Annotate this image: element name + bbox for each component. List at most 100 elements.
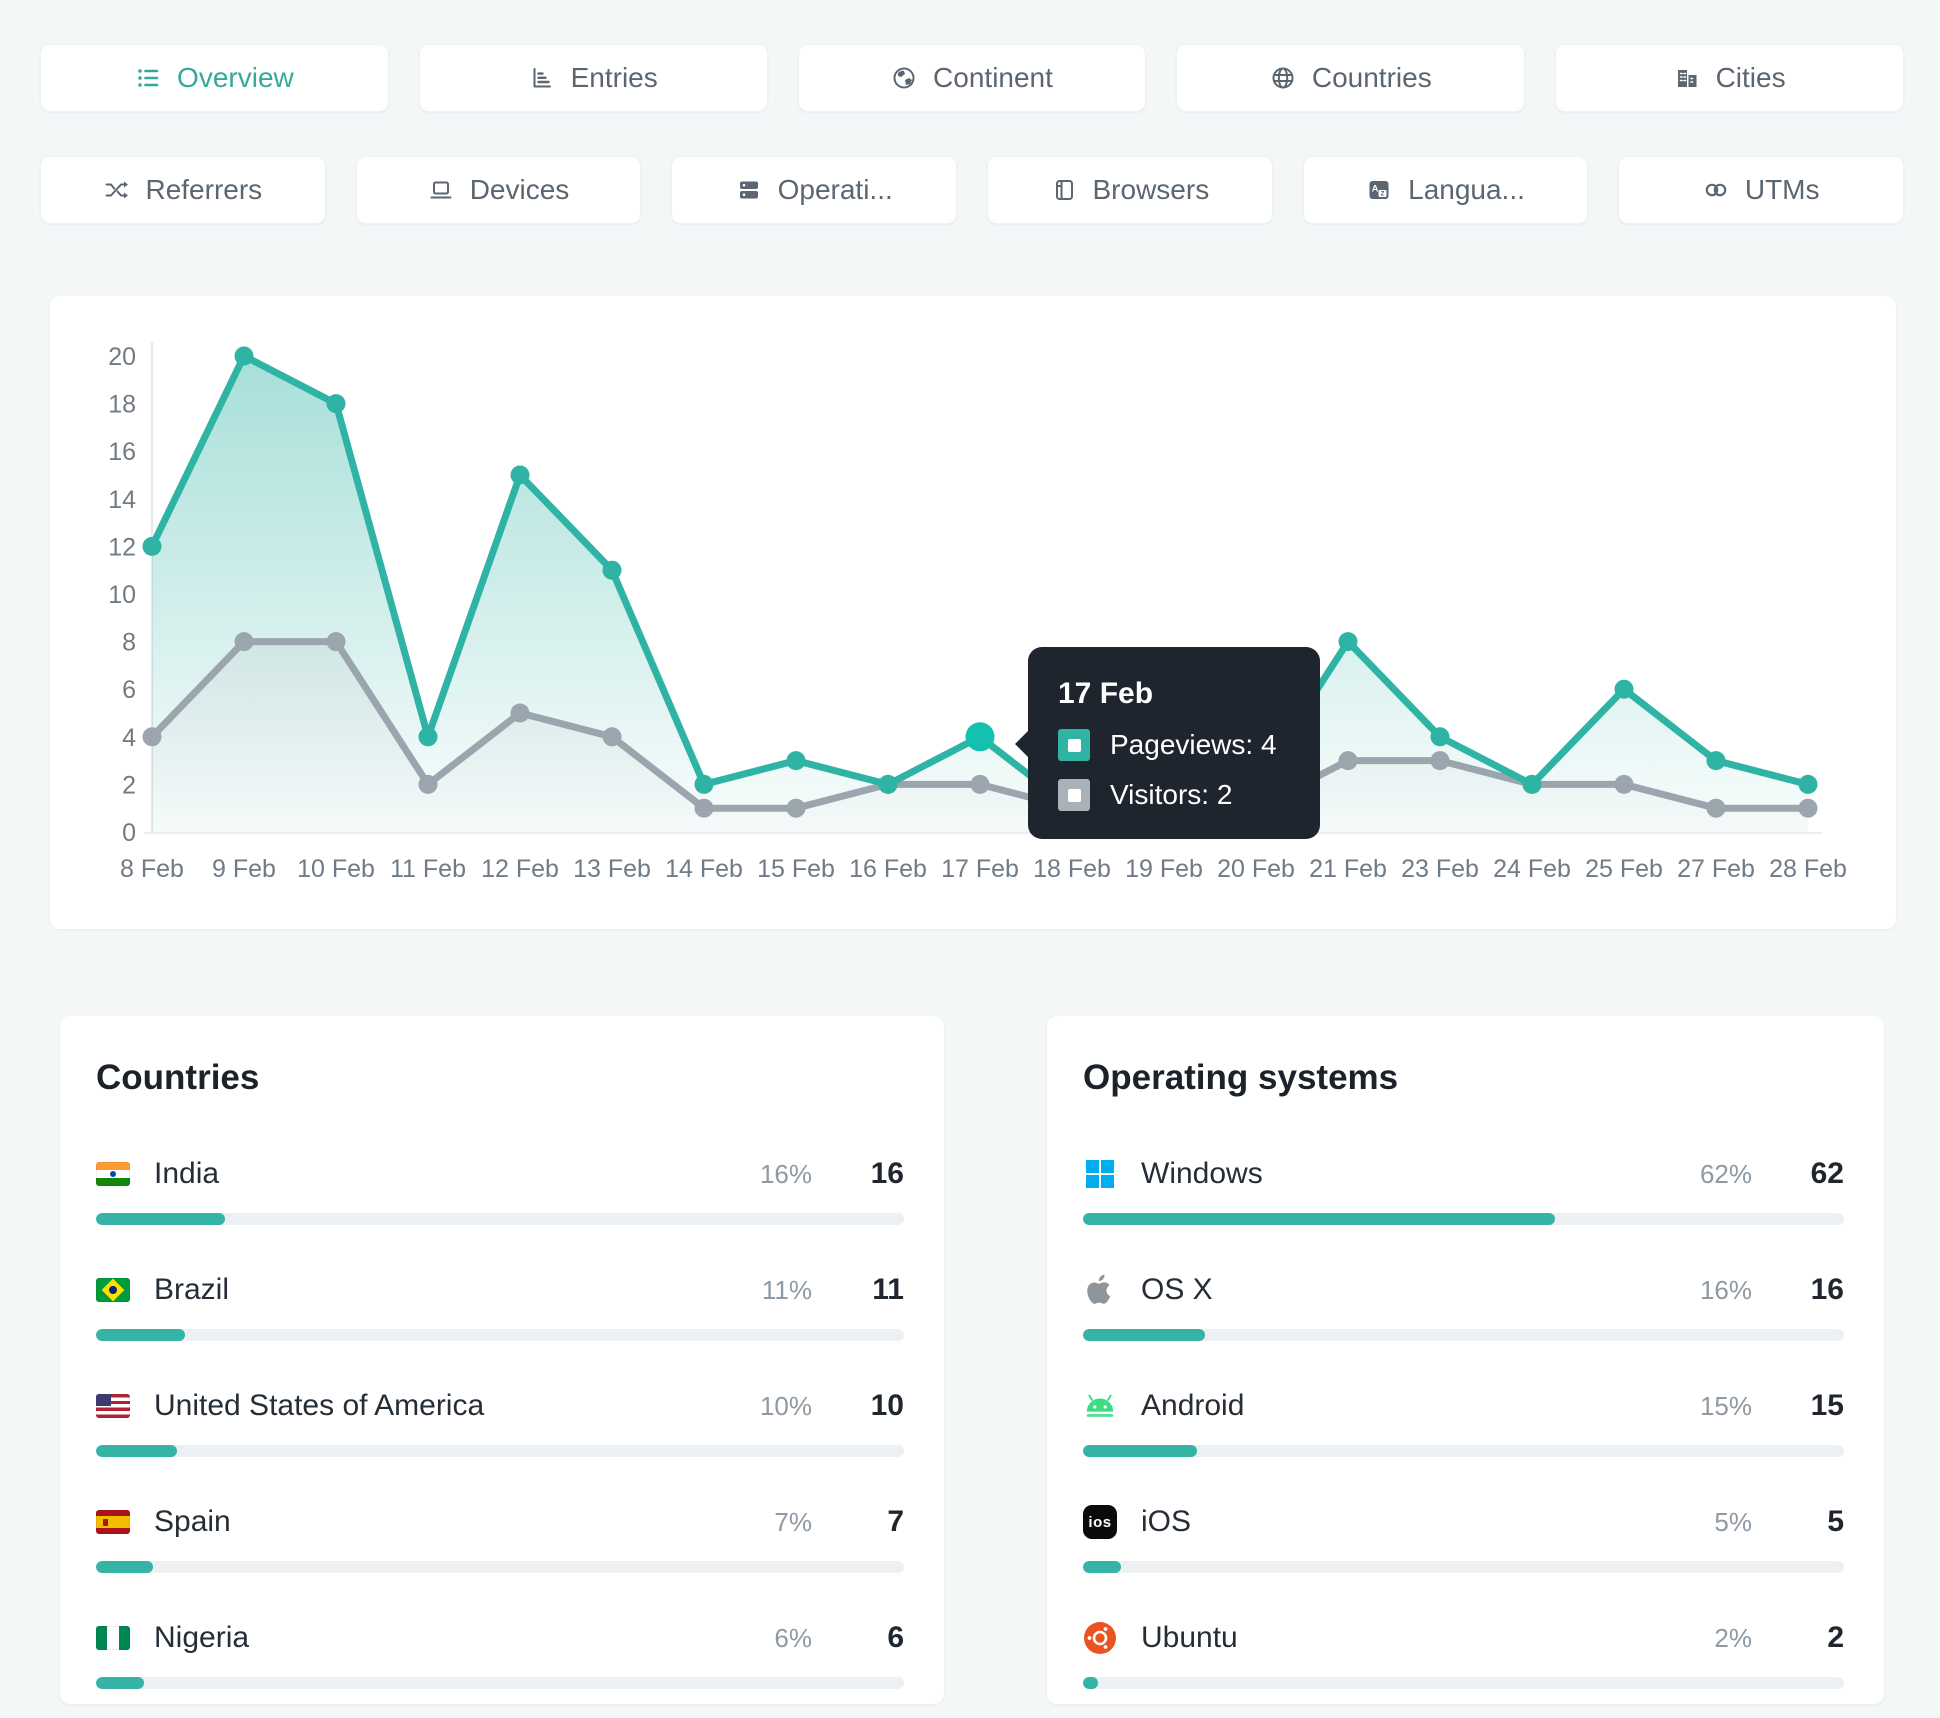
svg-text:12 Feb: 12 Feb — [481, 855, 559, 883]
tab-overview[interactable]: Overview — [40, 44, 389, 112]
os-row-ios[interactable]: ios iOS 5% 5 — [1083, 1500, 1844, 1573]
tab-label: Operati... — [777, 174, 893, 205]
tab-label: Continent — [933, 62, 1053, 93]
svg-text:14 Feb: 14 Feb — [665, 855, 743, 883]
tab-countries[interactable]: Countries — [1176, 44, 1526, 112]
progress-bar — [1083, 1677, 1844, 1689]
operating-systems-panel: Operating systems Windows 62% 62 OS X 16… — [1047, 1016, 1884, 1704]
svg-text:16: 16 — [108, 438, 136, 466]
progress-bar — [1083, 1561, 1844, 1573]
apple-logo-icon — [1087, 1274, 1111, 1304]
progress-bar — [1083, 1329, 1844, 1341]
svg-text:0: 0 — [122, 819, 136, 847]
buildings-icon — [1677, 70, 1697, 87]
svg-text:6: 6 — [122, 676, 136, 704]
nigeria-flag-icon — [96, 1626, 130, 1650]
svg-text:16 Feb: 16 Feb — [849, 855, 927, 883]
os-panel-title: Operating systems — [1083, 1058, 1399, 1097]
list-icon — [138, 69, 159, 87]
continent-globe-icon — [893, 67, 915, 89]
tab-devices[interactable]: Devices — [355, 156, 642, 224]
pageviews-swatch-icon — [1058, 729, 1090, 761]
tab-operating-systems[interactable]: Operati... — [671, 156, 958, 224]
os-row-osx[interactable]: OS X 16% 16 — [1083, 1268, 1844, 1341]
country-row-usa[interactable]: United States of America 10% 10 — [96, 1384, 904, 1457]
tab-label: Overview — [177, 62, 294, 93]
link-icon — [1705, 183, 1727, 197]
svg-text:25 Feb: 25 Feb — [1585, 855, 1663, 883]
tab-continent[interactable]: Continent — [797, 44, 1147, 112]
tab-label: Cities — [1715, 62, 1786, 93]
svg-text:18 Feb: 18 Feb — [1033, 855, 1111, 883]
tooltip-pageviews-value: Pageviews: 4 — [1110, 729, 1277, 760]
tooltip-arrow — [1015, 731, 1028, 757]
os-row-windows[interactable]: Windows 62% 62 — [1083, 1152, 1844, 1225]
traffic-area-chart[interactable]: 0 2 4 6 8 10 12 14 16 18 20 8 Feb 9 Feb 10 Feb 11 Feb 1… — [50, 296, 1896, 929]
ios-logo-icon: ios — [1083, 1505, 1117, 1539]
tab-referrers[interactable]: Referrers — [40, 156, 326, 224]
progress-bar — [1083, 1213, 1844, 1225]
entries-chart-icon — [533, 68, 551, 88]
spain-flag-icon — [96, 1510, 130, 1534]
country-row-spain[interactable]: Spain 7% 7 — [96, 1500, 904, 1573]
country-row-brazil[interactable]: Brazil 11% 11 — [96, 1268, 904, 1341]
tab-label: Referrers — [145, 174, 263, 205]
chart-tooltip: 17 Feb Pageviews: 4 Visitors: 2 — [1015, 647, 1320, 839]
svg-text:8 Feb: 8 Feb — [120, 855, 184, 883]
svg-text:27 Feb: 27 Feb — [1677, 855, 1755, 883]
traffic-chart-card: 0 2 4 6 8 10 12 14 16 18 20 8 Feb 9 Feb 10 Feb 11 Feb 1… — [50, 296, 1896, 929]
svg-text:14: 14 — [108, 486, 136, 514]
svg-text:20: 20 — [108, 343, 136, 371]
country-row-india[interactable]: India 16% 16 — [96, 1152, 904, 1225]
svg-text:24 Feb: 24 Feb — [1493, 855, 1571, 883]
progress-bar — [96, 1445, 904, 1457]
tooltip-visitors-row: Visitors: 2 — [1058, 779, 1290, 811]
svg-text:12: 12 — [108, 533, 136, 561]
tooltip-date: 17 Feb — [1058, 677, 1154, 710]
svg-text:19 Feb: 19 Feb — [1125, 855, 1203, 883]
shuffle-icon — [105, 181, 129, 199]
country-row-nigeria[interactable]: Nigeria 6% 6 — [96, 1616, 904, 1689]
svg-text:23 Feb: 23 Feb — [1401, 855, 1479, 883]
brazil-flag-icon — [96, 1278, 130, 1302]
svg-text:20 Feb: 20 Feb — [1217, 855, 1295, 883]
progress-bar — [96, 1329, 904, 1341]
svg-text:11 Feb: 11 Feb — [390, 855, 466, 883]
svg-text:13 Feb: 13 Feb — [573, 855, 651, 883]
tab-browsers[interactable]: Browsers — [987, 156, 1273, 224]
tab-label: Devices — [469, 174, 570, 205]
laptop-icon — [430, 181, 452, 199]
tooltip-visitors-value: Visitors: 2 — [1110, 779, 1233, 810]
os-row-android[interactable]: Android 15% 15 — [1083, 1384, 1844, 1457]
svg-text:9 Feb: 9 Feb — [212, 855, 276, 883]
svg-text:10 Feb: 10 Feb — [297, 855, 375, 883]
svg-text:28 Feb: 28 Feb — [1769, 855, 1847, 883]
svg-text:21 Feb: 21 Feb — [1309, 855, 1387, 883]
progress-bar — [1083, 1445, 1844, 1457]
tab-entries[interactable]: Entries — [418, 44, 768, 112]
svg-text:17 Feb: 17 Feb — [941, 855, 1019, 883]
svg-text:10: 10 — [108, 581, 136, 609]
globe-icon — [1272, 67, 1294, 89]
translate-icon: A Z — [1369, 181, 1389, 199]
tab-languages[interactable]: A Z Langua... — [1302, 156, 1589, 224]
svg-text:4: 4 — [122, 724, 136, 752]
tab-utms[interactable]: UTMs — [1618, 156, 1905, 224]
tab-cities[interactable]: Cities — [1555, 44, 1904, 112]
svg-text:2: 2 — [122, 771, 136, 799]
os-row-ubuntu[interactable]: Ubuntu 2% 2 — [1083, 1616, 1844, 1689]
tab-row-primary: Overview Entries Continent Countries Cit… — [40, 44, 1904, 112]
progress-bar — [96, 1677, 904, 1689]
tab-label: Langua... — [1408, 174, 1525, 205]
svg-text:15 Feb: 15 Feb — [757, 855, 835, 883]
visitors-swatch-icon — [1058, 779, 1090, 811]
tab-row-secondary: Referrers Devices Operati... Browsers A … — [40, 156, 1905, 224]
usa-flag-icon — [96, 1394, 130, 1418]
tab-label: Countries — [1311, 62, 1432, 93]
windows-logo-icon — [1086, 1160, 1114, 1188]
svg-text:18: 18 — [108, 391, 136, 419]
progress-bar — [96, 1561, 904, 1573]
india-flag-icon — [96, 1162, 130, 1186]
tooltip-pageviews-row: Pageviews: 4 — [1058, 729, 1290, 761]
progress-bar — [96, 1213, 904, 1225]
